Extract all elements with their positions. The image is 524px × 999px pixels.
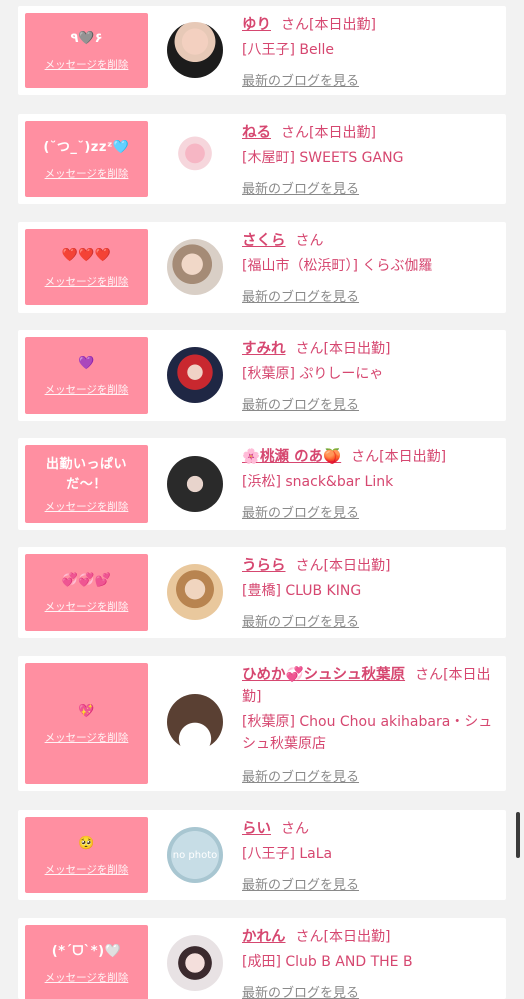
latest-blog-link[interactable]: 最新のブログを見る bbox=[242, 766, 359, 785]
avatar[interactable] bbox=[167, 694, 223, 750]
cast-name-link[interactable]: ねる bbox=[242, 125, 271, 141]
message-text: 💞💞💕 bbox=[61, 573, 112, 588]
latest-blog-link[interactable]: 最新のブログを見る bbox=[242, 286, 359, 305]
shop-text: [浜松] snack&bar Link bbox=[242, 474, 394, 490]
message-box: (˘つ_˘)zzᶻ🩵 メッセージを削除 bbox=[25, 121, 148, 197]
message-text: ٩🩶۶ bbox=[70, 31, 103, 46]
honorific: さん bbox=[281, 821, 309, 837]
shop-text: [秋葉原] ぷりしーにゃ bbox=[242, 366, 384, 382]
message-box: 💜 メッセージを削除 bbox=[25, 337, 148, 414]
message-text: 💖 bbox=[78, 704, 95, 719]
no-photo-text: no photo bbox=[172, 849, 218, 861]
latest-blog-link[interactable]: 最新のブログを見る bbox=[242, 874, 359, 893]
cast-name-link[interactable]: さくら bbox=[242, 233, 286, 249]
shop-text: [八王子] LaLa bbox=[242, 846, 333, 862]
avatar[interactable] bbox=[167, 347, 223, 403]
latest-blog-link[interactable]: 最新のブログを見る bbox=[242, 70, 359, 89]
shop-text: [秋葉原] Chou Chou akihabara・シュシュ秋葉原店 bbox=[242, 714, 493, 752]
shop-text: [木屋町] SWEETS GANG bbox=[242, 150, 404, 166]
cast-name-link[interactable]: うらら bbox=[242, 558, 286, 574]
delete-message-link[interactable]: メッセージを削除 bbox=[45, 166, 129, 181]
message-text: ❤️❤️❤️ bbox=[61, 247, 112, 263]
cast-card: ❤️❤️❤️ メッセージを削除 さくら さん [福山市（松浜町）] くらぶ伽羅 最… bbox=[18, 222, 506, 313]
message-box: ٩🩶۶ メッセージを削除 bbox=[25, 13, 148, 88]
shop-text: [豊橋] CLUB KING bbox=[242, 583, 362, 599]
avatar[interactable] bbox=[167, 131, 223, 187]
cast-name-link[interactable]: ゆり bbox=[242, 17, 271, 33]
status-badge: [本日出勤] bbox=[309, 125, 376, 141]
cast-card: 出勤いっぱい だ〜！ メッセージを削除 🌸桃瀬 のあ🍑 さん[本日出勤] [浜松]… bbox=[18, 438, 506, 530]
delete-message-link[interactable]: メッセージを削除 bbox=[45, 499, 129, 514]
cast-card: (˘つ_˘)zzᶻ🩵 メッセージを削除 ねる さん[本日出勤] [木屋町] SWE… bbox=[18, 114, 506, 204]
latest-blog-link[interactable]: 最新のブログを見る bbox=[242, 394, 359, 413]
status-badge: [本日出勤] bbox=[323, 341, 391, 357]
honorific: さん bbox=[351, 449, 380, 465]
honorific: さん bbox=[281, 17, 309, 33]
honorific: さん bbox=[295, 558, 324, 574]
latest-blog-link[interactable]: 最新のブログを見る bbox=[242, 178, 359, 197]
cast-name-link[interactable]: すみれ bbox=[242, 341, 286, 357]
message-text: 出勤いっぱい だ〜！ bbox=[45, 456, 127, 492]
message-box: 出勤いっぱい だ〜！ メッセージを削除 bbox=[25, 445, 148, 523]
latest-blog-link[interactable]: 最新のブログを見る bbox=[242, 982, 359, 999]
message-box: ❤️❤️❤️ メッセージを削除 bbox=[25, 229, 148, 305]
honorific: さん bbox=[295, 929, 324, 945]
cast-name-link[interactable]: かれん bbox=[242, 929, 286, 945]
delete-message-link[interactable]: メッセージを削除 bbox=[45, 382, 129, 397]
delete-message-link[interactable]: メッセージを削除 bbox=[45, 730, 129, 745]
status-badge: [本日出勤] bbox=[379, 449, 447, 465]
honorific: さん bbox=[295, 341, 324, 357]
message-text: 💜 bbox=[78, 356, 95, 371]
message-box: 💞💞💕 メッセージを削除 bbox=[25, 554, 148, 631]
message-text: 🥺 bbox=[78, 835, 95, 851]
honorific: さん bbox=[281, 125, 309, 141]
honorific: さん bbox=[415, 667, 444, 683]
status-badge: [本日出勤] bbox=[323, 929, 391, 945]
avatar[interactable] bbox=[167, 239, 223, 295]
avatar[interactable]: no photo bbox=[167, 827, 223, 883]
cast-card: 🥺 メッセージを削除 no photo らい さん [八王子] LaLa 最新のブ… bbox=[18, 810, 506, 900]
cast-card: 💞💞💕 メッセージを削除 うらら さん[本日出勤] [豊橋] CLUB KING … bbox=[18, 547, 506, 638]
avatar[interactable] bbox=[167, 935, 223, 991]
status-badge: [本日出勤] bbox=[309, 17, 376, 33]
avatar[interactable] bbox=[167, 22, 223, 78]
delete-message-link[interactable]: メッセージを削除 bbox=[45, 970, 129, 985]
honorific: さん bbox=[295, 233, 324, 249]
shop-text: [成田] Club B AND THE B bbox=[242, 954, 413, 970]
cast-name-link[interactable]: 🌸桃瀬 のあ🍑 bbox=[242, 449, 341, 465]
message-box: 🥺 メッセージを削除 bbox=[25, 817, 148, 893]
delete-message-link[interactable]: メッセージを削除 bbox=[45, 57, 129, 72]
avatar[interactable] bbox=[167, 564, 223, 620]
message-box: (*ˊᗜˋ*)🤍 メッセージを削除 bbox=[25, 925, 148, 999]
cast-name-link[interactable]: らい bbox=[242, 821, 271, 837]
message-text: (˘つ_˘)zzᶻ🩵 bbox=[43, 139, 130, 155]
message-text: (*ˊᗜˋ*)🤍 bbox=[51, 943, 122, 959]
scrollbar-thumb[interactable] bbox=[516, 812, 520, 858]
cast-card: (*ˊᗜˋ*)🤍 メッセージを削除 かれん さん[本日出勤] [成田] Club … bbox=[18, 918, 506, 999]
status-badge: [本日出勤] bbox=[323, 558, 391, 574]
cast-card: 💖 メッセージを削除 ひめか💞シュシュ秋葉原 さん[本日出勤] [秋葉原] Cho… bbox=[18, 656, 506, 791]
cast-card: ٩🩶۶ メッセージを削除 ゆり さん[本日出勤] [八王子] Belle 最新のブ… bbox=[18, 6, 506, 95]
delete-message-link[interactable]: メッセージを削除 bbox=[45, 862, 129, 877]
cast-name-link[interactable]: ひめか💞シュシュ秋葉原 bbox=[242, 667, 405, 683]
delete-message-link[interactable]: メッセージを削除 bbox=[45, 274, 129, 289]
shop-text: [八王子] Belle bbox=[242, 42, 334, 58]
latest-blog-link[interactable]: 最新のブログを見る bbox=[242, 502, 359, 521]
shop-text: [福山市（松浜町）] くらぶ伽羅 bbox=[242, 258, 433, 274]
cast-card: 💜 メッセージを削除 すみれ さん[本日出勤] [秋葉原] ぷりしーにゃ 最新のブ… bbox=[18, 330, 506, 421]
delete-message-link[interactable]: メッセージを削除 bbox=[45, 599, 129, 614]
avatar[interactable] bbox=[167, 456, 223, 512]
latest-blog-link[interactable]: 最新のブログを見る bbox=[242, 611, 359, 630]
message-box: 💖 メッセージを削除 bbox=[25, 663, 148, 784]
